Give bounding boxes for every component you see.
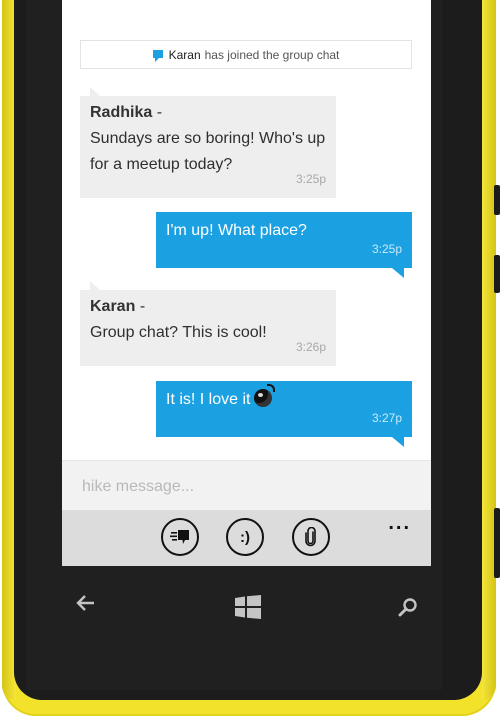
back-icon xyxy=(76,595,94,611)
attachment-icon xyxy=(305,527,316,547)
more-options-button[interactable]: ... xyxy=(388,512,411,535)
search-icon xyxy=(398,598,417,617)
quick-replies-icon xyxy=(170,530,189,544)
message-time: 3:27p xyxy=(371,411,402,425)
start-button[interactable] xyxy=(235,595,261,625)
message-sender: Radhika xyxy=(90,104,153,121)
sender-separator: - xyxy=(156,104,163,121)
phone-shell-edge-right xyxy=(482,0,496,700)
emoticons-icon: :) xyxy=(240,528,250,546)
camera-button[interactable] xyxy=(494,508,500,578)
sender-separator: - xyxy=(139,298,146,315)
back-button[interactable] xyxy=(76,592,96,618)
message-text: I'm up! What place? xyxy=(166,222,307,239)
chat-screen: Karan has joined the group chat Radhika … xyxy=(62,0,431,566)
system-notice-text: has joined the group chat xyxy=(204,47,340,62)
message-text: It is! I love it xyxy=(166,391,251,408)
message-received[interactable]: Karan - Group chat? This is cool! 3:26p xyxy=(80,281,336,366)
message-input[interactable] xyxy=(80,471,404,503)
message-sender: Karan xyxy=(90,298,136,315)
message-received[interactable]: Radhika - Sundays are so boring! Who's u… xyxy=(80,87,336,198)
phone-frame: Karan has joined the group chat Radhika … xyxy=(0,0,500,720)
power-button[interactable] xyxy=(494,255,500,293)
search-button[interactable] xyxy=(398,597,418,623)
message-text-line: Sundays are so boring! Who's up xyxy=(90,130,326,147)
message-time: 3:25p xyxy=(371,242,402,256)
message-time: 3:25p xyxy=(295,172,326,186)
message-composer xyxy=(62,460,431,511)
system-notice-name: Karan xyxy=(168,47,201,62)
app-bar: :) ... xyxy=(62,510,431,566)
bomb-icon xyxy=(254,384,276,407)
quick-replies-button[interactable] xyxy=(161,518,199,556)
message-sent[interactable]: I'm up! What place? 3:25p xyxy=(156,212,412,278)
volume-button[interactable] xyxy=(494,185,500,215)
chat-bubble-icon xyxy=(152,49,163,62)
message-time: 3:26p xyxy=(295,340,326,354)
message-sent[interactable]: It is! I love it 3:27p xyxy=(156,381,412,447)
emoticons-button[interactable]: :) xyxy=(226,518,264,556)
attachment-button[interactable] xyxy=(292,518,330,556)
windows-start-icon xyxy=(235,595,261,619)
system-notice: Karan has joined the group chat xyxy=(80,40,412,69)
